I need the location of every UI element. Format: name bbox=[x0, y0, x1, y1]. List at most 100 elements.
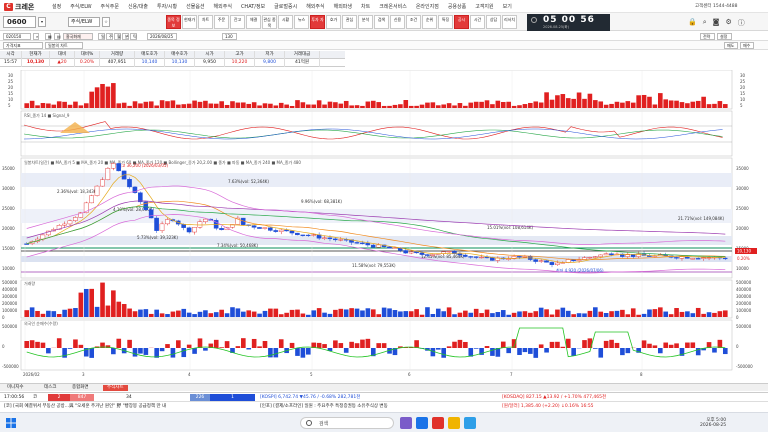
period-tab[interactable]: 월 bbox=[114, 33, 121, 40]
toolbar-button[interactable]: 호가 bbox=[326, 15, 341, 29]
toolbar-button[interactable]: 신용 bbox=[390, 15, 405, 29]
toolbar-button[interactable]: 관심 종목 bbox=[262, 15, 277, 29]
stock-category-select[interactable]: 주식/ELW bbox=[68, 17, 100, 27]
folder-icon[interactable] bbox=[448, 417, 460, 429]
menu-item[interactable]: 글로벌증시 bbox=[274, 3, 297, 10]
volume-bar bbox=[603, 313, 609, 317]
menu-item[interactable]: 크레온서비스 bbox=[379, 3, 407, 10]
period-tab[interactable]: 틱 bbox=[130, 33, 137, 40]
lock-icon[interactable]: 🔒 bbox=[688, 18, 697, 28]
menu-item[interactable]: 주식주문 bbox=[101, 3, 119, 10]
candle-body bbox=[89, 195, 94, 204]
candle-body bbox=[332, 238, 338, 241]
sell-button[interactable]: 매도 bbox=[724, 42, 738, 49]
toolbar-button[interactable]: 조건 bbox=[406, 15, 421, 29]
creon-app-icon[interactable] bbox=[432, 417, 444, 429]
indicator-select[interactable]: 가격지표 bbox=[3, 42, 43, 49]
candle-body bbox=[322, 237, 327, 239]
stock-chart[interactable]: 일봉차트(일간) ■ MA_종가 5 ■ MA_종가 20 ■ MA_종가 60… bbox=[0, 70, 768, 383]
toolbar-button[interactable]: 특징 bbox=[438, 15, 453, 29]
flow-bar bbox=[251, 338, 257, 348]
candle-body bbox=[690, 258, 696, 260]
info-icon[interactable]: ⓘ bbox=[738, 18, 745, 28]
strategy-button[interactable]: 전략 bbox=[700, 33, 715, 40]
volume-bar bbox=[463, 310, 468, 317]
toolbar-button[interactable]: 공시 bbox=[454, 15, 469, 29]
toolbar-button[interactable]: 리서치 bbox=[502, 15, 517, 29]
menu-item[interactable]: 설정 bbox=[52, 3, 61, 10]
camera-icon[interactable]: ◙ bbox=[713, 18, 720, 28]
x-tick-label: 4 bbox=[188, 372, 191, 377]
tab-combined[interactable]: 종합화면 bbox=[68, 385, 93, 391]
period-tab[interactable]: 분 bbox=[122, 33, 129, 40]
count-field[interactable]: 130 bbox=[222, 33, 237, 40]
menu-item[interactable]: 온라인지점 bbox=[416, 3, 439, 10]
period-tab[interactable]: 일 bbox=[98, 33, 105, 40]
candle-body bbox=[419, 252, 425, 255]
toolbar-button[interactable]: 검색 bbox=[374, 15, 389, 29]
menu-item[interactable]: 주식/ELW bbox=[70, 3, 91, 10]
menu-item[interactable]: 해외주식 bbox=[214, 3, 232, 10]
menu-item[interactable]: 고객지원 bbox=[475, 3, 493, 10]
gear-icon[interactable]: ⚙ bbox=[725, 18, 731, 28]
candle-body bbox=[192, 227, 197, 233]
tab-stock-chart[interactable]: 주식차트 bbox=[103, 385, 128, 391]
dropdown-icon[interactable]: ▾ bbox=[38, 17, 46, 27]
browser-icon[interactable] bbox=[464, 417, 476, 429]
chart-type-select[interactable]: 일봉의 차트 bbox=[45, 42, 83, 49]
toolbar-button[interactable]: 투자 자 bbox=[310, 15, 325, 29]
screen-code-input[interactable]: 0600 bbox=[3, 16, 36, 28]
price-cell: 10,130 bbox=[22, 59, 50, 67]
toolbar-button[interactable]: 관심 bbox=[342, 15, 357, 29]
menu-item[interactable]: 해외파생 bbox=[334, 3, 352, 10]
menu-item[interactable]: 공용상품 bbox=[448, 3, 466, 10]
star-icon[interactable]: ☆ bbox=[102, 17, 110, 27]
toolbar-button[interactable]: 체결 bbox=[246, 15, 261, 29]
toolbar-button[interactable]: 종목 정보 bbox=[166, 15, 181, 29]
toolbar-button[interactable]: 상담 bbox=[486, 15, 501, 29]
period-tab[interactable]: 주 bbox=[106, 33, 113, 40]
search-icon[interactable]: ⌕ bbox=[703, 18, 707, 28]
app-icon[interactable] bbox=[416, 417, 428, 429]
volume-bar bbox=[246, 103, 252, 108]
settings-button[interactable]: 설정 bbox=[717, 33, 732, 40]
candle-body bbox=[251, 225, 257, 228]
menu-item[interactable]: 보기 bbox=[503, 3, 512, 10]
date-field[interactable]: 2026/08/25 bbox=[147, 33, 177, 40]
volume-bar bbox=[414, 105, 419, 108]
flow-bar bbox=[165, 344, 170, 348]
toolbar-button[interactable]: 현재가 bbox=[182, 15, 197, 29]
volume-bar bbox=[105, 86, 111, 108]
buy-button[interactable]: 매수 bbox=[740, 42, 754, 49]
toolbar-button[interactable]: 시간 bbox=[470, 15, 485, 29]
toolbar-button[interactable]: 순위 bbox=[422, 15, 437, 29]
toolbar-button[interactable]: 뉴스 bbox=[294, 15, 309, 29]
volume-bar bbox=[230, 101, 235, 108]
tab-desk[interactable]: 데스크 bbox=[40, 385, 60, 391]
toolbar-button[interactable]: 주문 bbox=[214, 15, 229, 29]
stock-code-input[interactable]: 020150 bbox=[3, 33, 31, 40]
volume-bar bbox=[722, 104, 728, 108]
app-icon[interactable] bbox=[400, 417, 412, 429]
menu-item[interactable]: 차트 bbox=[361, 3, 370, 10]
stock-name-field[interactable]: 흥국화재 bbox=[63, 33, 93, 40]
menu-item[interactable]: 신용/대출 bbox=[128, 3, 148, 10]
tray-date: 2026-08-25 bbox=[700, 423, 727, 428]
menu-item[interactable]: 해외주식 bbox=[306, 3, 324, 10]
tile-icon[interactable]: ▦ bbox=[45, 33, 52, 40]
menu-item[interactable]: 선물옵션 bbox=[186, 3, 204, 10]
news-headline[interactable]: [인포] [결제/소프라인] 일원 : 주요주주 특정증권등 소유주식상 변동 bbox=[260, 403, 388, 410]
toolbar-button[interactable]: 잔고 bbox=[230, 15, 245, 29]
search-icon[interactable]: ⌕ bbox=[33, 33, 39, 40]
taskbar-search[interactable]: 검색 bbox=[300, 417, 394, 429]
menu-item[interactable]: CHAT/정보 bbox=[241, 3, 265, 10]
tile-icon[interactable]: ▤ bbox=[54, 33, 61, 40]
toolbar-button[interactable]: 시황 bbox=[278, 15, 293, 29]
news-headline[interactable]: [코] [국회 예결위서 부동산 공방…與 "오세훈 주거난 원인" 野 "빵장… bbox=[4, 403, 166, 410]
toolbar-button[interactable]: 차트 bbox=[198, 15, 213, 29]
windows-start-icon[interactable] bbox=[6, 418, 16, 428]
menu-item[interactable]: 투자/시황 bbox=[157, 3, 177, 10]
flow-bar bbox=[273, 348, 279, 358]
toolbar-button[interactable]: 분석 bbox=[358, 15, 373, 29]
tab-mini-index[interactable]: 미니지수 bbox=[3, 385, 28, 391]
